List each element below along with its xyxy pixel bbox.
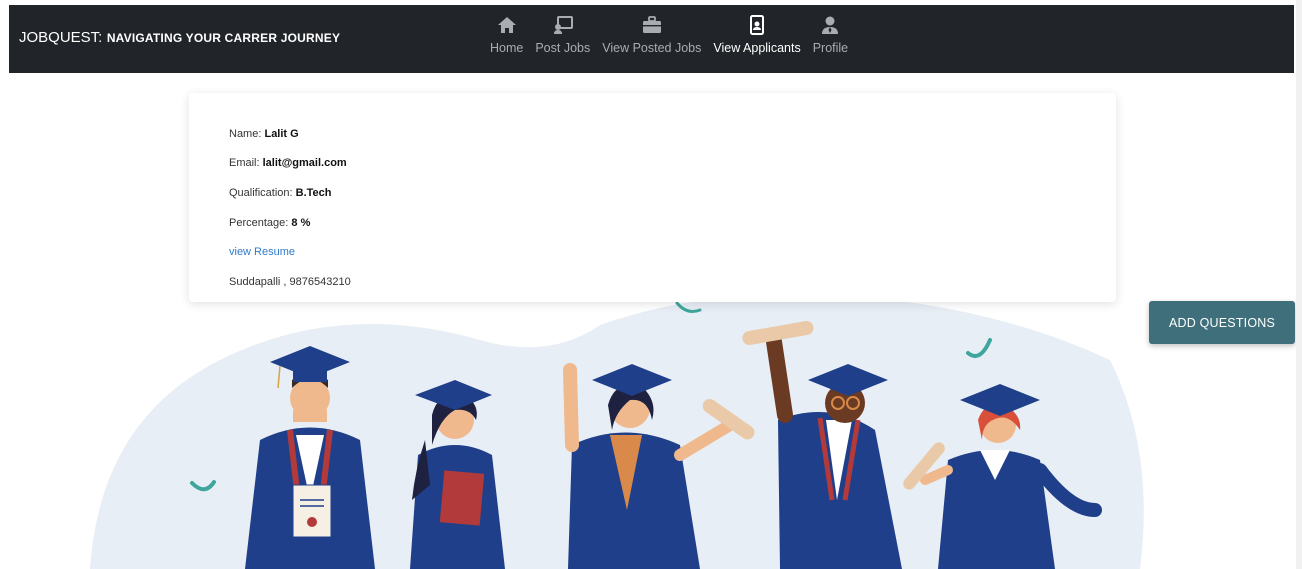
nav-label-view-applicants: View Applicants: [713, 41, 801, 55]
applicant-name-row: Name: Lalit G: [229, 128, 299, 140]
nav-item-profile[interactable]: Profile: [807, 15, 854, 55]
nav-item-view-applicants[interactable]: View Applicants: [707, 15, 806, 55]
nav-item-home[interactable]: Home: [484, 15, 529, 55]
applicant-contact-row: Suddapalli , 9876543210: [229, 276, 351, 288]
resume-row: view Resume: [229, 246, 295, 258]
nav-item-view-posted-jobs[interactable]: View Posted Jobs: [596, 15, 707, 55]
email-label: Email:: [229, 157, 260, 169]
nav-label-profile: Profile: [812, 41, 849, 55]
brand-main: JOBQUEST:: [19, 29, 103, 46]
home-icon: [497, 17, 516, 33]
applicant-card: Name: Lalit G Email: lalit@gmail.com Qua…: [189, 93, 1116, 302]
nav-label-home: Home: [490, 41, 524, 55]
applicant-qualification-row: Qualification: B.Tech: [229, 187, 332, 199]
id-badge-icon: [750, 15, 765, 35]
qualification-label: Qualification:: [229, 187, 293, 199]
page-scrollbar[interactable]: [1296, 0, 1302, 569]
percentage-label: Percentage:: [229, 217, 289, 229]
briefcase-icon: [642, 16, 661, 33]
add-questions-button[interactable]: ADD QUESTIONS: [1149, 301, 1295, 344]
brand-title[interactable]: JOBQUEST: NAVIGATING YOUR CARRER JOURNEY: [19, 29, 340, 47]
applicant-name: Lalit G: [264, 128, 299, 140]
view-resume-link[interactable]: view Resume: [229, 246, 295, 258]
applicant-email: lalit@gmail.com: [262, 157, 347, 169]
nav-item-post-jobs[interactable]: Post Jobs: [529, 15, 596, 55]
applicant-percentage: 8 %: [291, 217, 311, 229]
applicant-percentage-row: Percentage: 8 %: [229, 217, 310, 229]
main-nav: Home Post Jobs View Posted Jobs View App…: [484, 15, 854, 55]
applicant-email-row: Email: lalit@gmail.com: [229, 157, 347, 169]
address-phone: Suddapalli , 9876543210: [229, 276, 351, 288]
chalkboard-teacher-icon: [553, 16, 573, 34]
brand-subtitle: NAVIGATING YOUR CARRER JOURNEY: [106, 31, 341, 45]
nav-label-view-posted-jobs: View Posted Jobs: [602, 41, 702, 55]
nav-label-post-jobs: Post Jobs: [535, 41, 591, 55]
name-label: Name:: [229, 128, 262, 140]
applicant-qualification: B.Tech: [295, 187, 332, 199]
user-tie-icon: [822, 16, 839, 34]
graduates-illustration: [90, 294, 1144, 569]
top-navbar: JOBQUEST: NAVIGATING YOUR CARRER JOURNEY…: [9, 5, 1294, 73]
